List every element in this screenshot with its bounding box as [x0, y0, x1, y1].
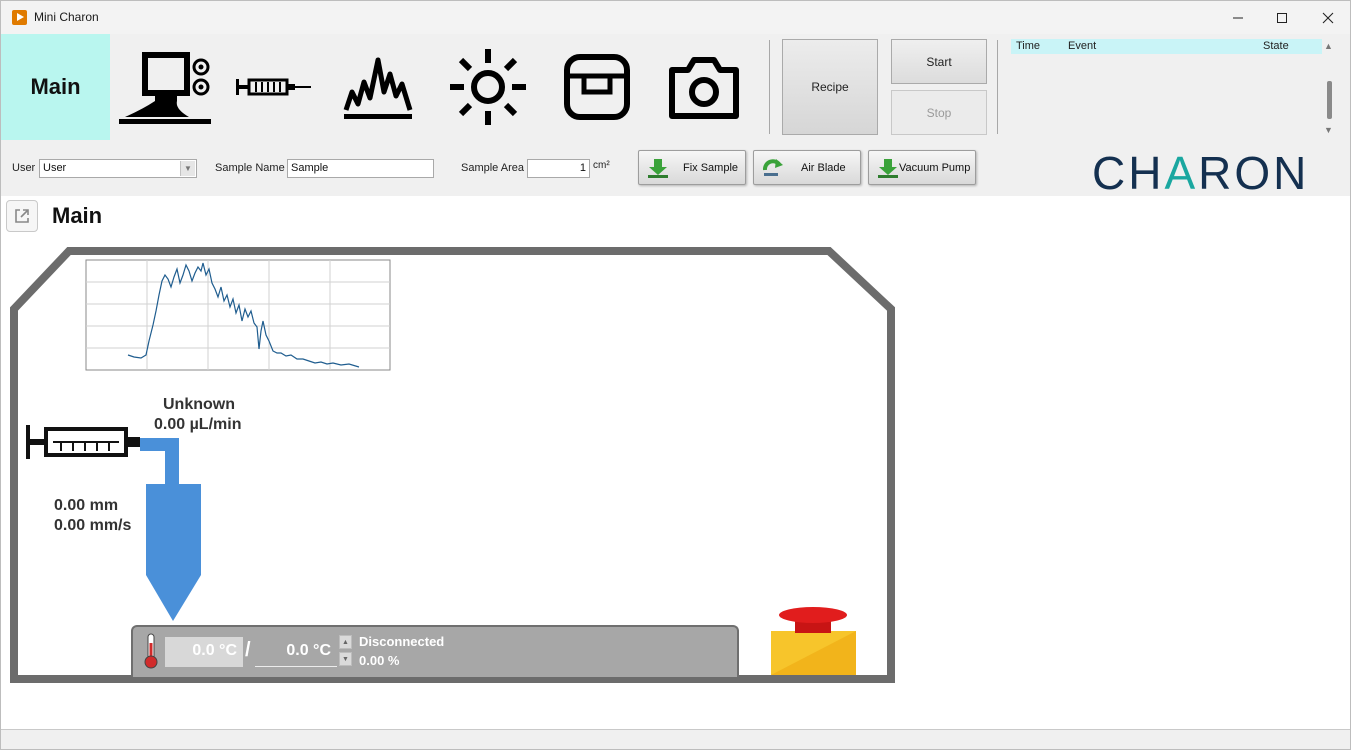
air-blade-label: Air Blade [801, 162, 846, 174]
minimize-button[interactable] [1215, 1, 1261, 34]
flow-rate-text: 0.00 µL/min [154, 416, 242, 433]
maximize-icon [1277, 12, 1287, 23]
close-icon [1322, 12, 1334, 23]
sample-name-input[interactable]: Sample [287, 159, 434, 178]
event-log-table[interactable]: Time Event State [1009, 37, 1338, 137]
stop-button[interactable]: Stop [891, 90, 987, 135]
tab-syringe[interactable] [231, 44, 313, 130]
logo-accent-letter: A [1164, 147, 1199, 199]
tab-tray[interactable] [559, 44, 635, 130]
minimize-icon [1233, 17, 1243, 18]
vacuum-pump-label: Vacuum Pump [899, 162, 971, 174]
camera-icon [669, 57, 739, 119]
page-title: Main [52, 203, 103, 228]
power-percent: 0.00 % [359, 653, 400, 668]
column-header-time: Time [1016, 40, 1041, 52]
instrument-icon [119, 52, 211, 124]
tray-icon [564, 54, 630, 120]
scroll-up-icon[interactable]: ▲ [1324, 41, 1333, 51]
start-button[interactable]: Start [891, 39, 987, 84]
chamber-diagram [10, 247, 895, 683]
thermometer-icon [144, 633, 158, 669]
decrement-icon[interactable]: ▼ [339, 652, 352, 666]
fix-sample-label: Fix Sample [683, 162, 739, 174]
maximize-button[interactable] [1259, 1, 1305, 34]
title-bar: Mini Charon [1, 1, 1350, 34]
download-arrow-icon [648, 159, 668, 178]
position-text: 0.00 mm [54, 497, 119, 514]
column-header-state: State [1263, 40, 1289, 52]
sample-area-input[interactable]: 1 [527, 159, 590, 178]
syringe-icon [236, 78, 311, 96]
scroll-thumb[interactable] [1327, 81, 1332, 119]
sample-name-label: Sample Name [215, 162, 285, 174]
refresh-arrow-icon [763, 159, 783, 176]
user-select-value: User [43, 162, 67, 174]
sample-area-unit: cm² [593, 160, 610, 171]
emergency-stop-icon [771, 607, 856, 675]
speed-text: 0.00 mm/s [54, 517, 132, 534]
close-button[interactable] [1305, 1, 1351, 34]
tab-light[interactable] [447, 44, 529, 130]
toolbar: Main Recipe Start Stop Time Event State … [1, 34, 1350, 140]
connection-status: Disconnected [359, 634, 445, 649]
status-bar [1, 729, 1350, 749]
app-icon [12, 10, 27, 25]
scroll-down-icon[interactable]: ▼ [1324, 125, 1333, 135]
temperature-setpoint-input[interactable]: 0.0 °C [255, 637, 337, 667]
spectrum-plot [85, 259, 391, 371]
column-header-event: Event [1068, 40, 1097, 52]
temperature-separator: / [245, 639, 251, 661]
increment-icon[interactable]: ▲ [339, 635, 352, 649]
temperature-actual: 0.0 °C [165, 637, 243, 667]
app-window: Mini Charon Main Recipe Start Stop Time … [0, 0, 1351, 750]
toolbar-separator [997, 40, 998, 134]
charon-logo: CHARON [1092, 146, 1309, 200]
tab-camera[interactable] [665, 44, 743, 130]
toolbar-separator [769, 40, 770, 134]
event-log-header: Time Event State [1011, 39, 1322, 54]
fix-sample-button[interactable]: Fix Sample [638, 150, 746, 185]
tab-spectrum[interactable] [338, 44, 418, 130]
spectrum-icon [343, 57, 413, 119]
download-arrow-icon [878, 159, 898, 178]
vacuum-pump-button[interactable]: Vacuum Pump [868, 150, 976, 185]
nozzle-graphic [140, 438, 201, 621]
chevron-down-icon[interactable]: ▼ [180, 161, 195, 176]
recipe-button[interactable]: Recipe [782, 39, 878, 135]
popout-button[interactable] [6, 200, 38, 232]
temperature-panel: 0.0 °C / 0.0 °C ▲ ▼ Disconnected 0.00 % [131, 625, 739, 677]
event-log-scrollbar[interactable]: ▲ ▼ [1321, 37, 1337, 137]
tab-main[interactable]: Main [1, 34, 110, 140]
external-link-icon [15, 209, 29, 223]
logo-text: CHARON [1092, 147, 1310, 199]
user-label: User [12, 162, 36, 174]
air-blade-button[interactable]: Air Blade [753, 150, 861, 185]
syringe-graphic [26, 425, 140, 459]
user-select[interactable]: User ▼ [39, 159, 197, 178]
sample-area-label: Sample Area [461, 162, 524, 174]
sun-icon [450, 49, 526, 125]
pump-state-text: Unknown [163, 396, 235, 413]
window-title: Mini Charon [34, 10, 99, 24]
tab-instrument[interactable] [114, 44, 214, 130]
